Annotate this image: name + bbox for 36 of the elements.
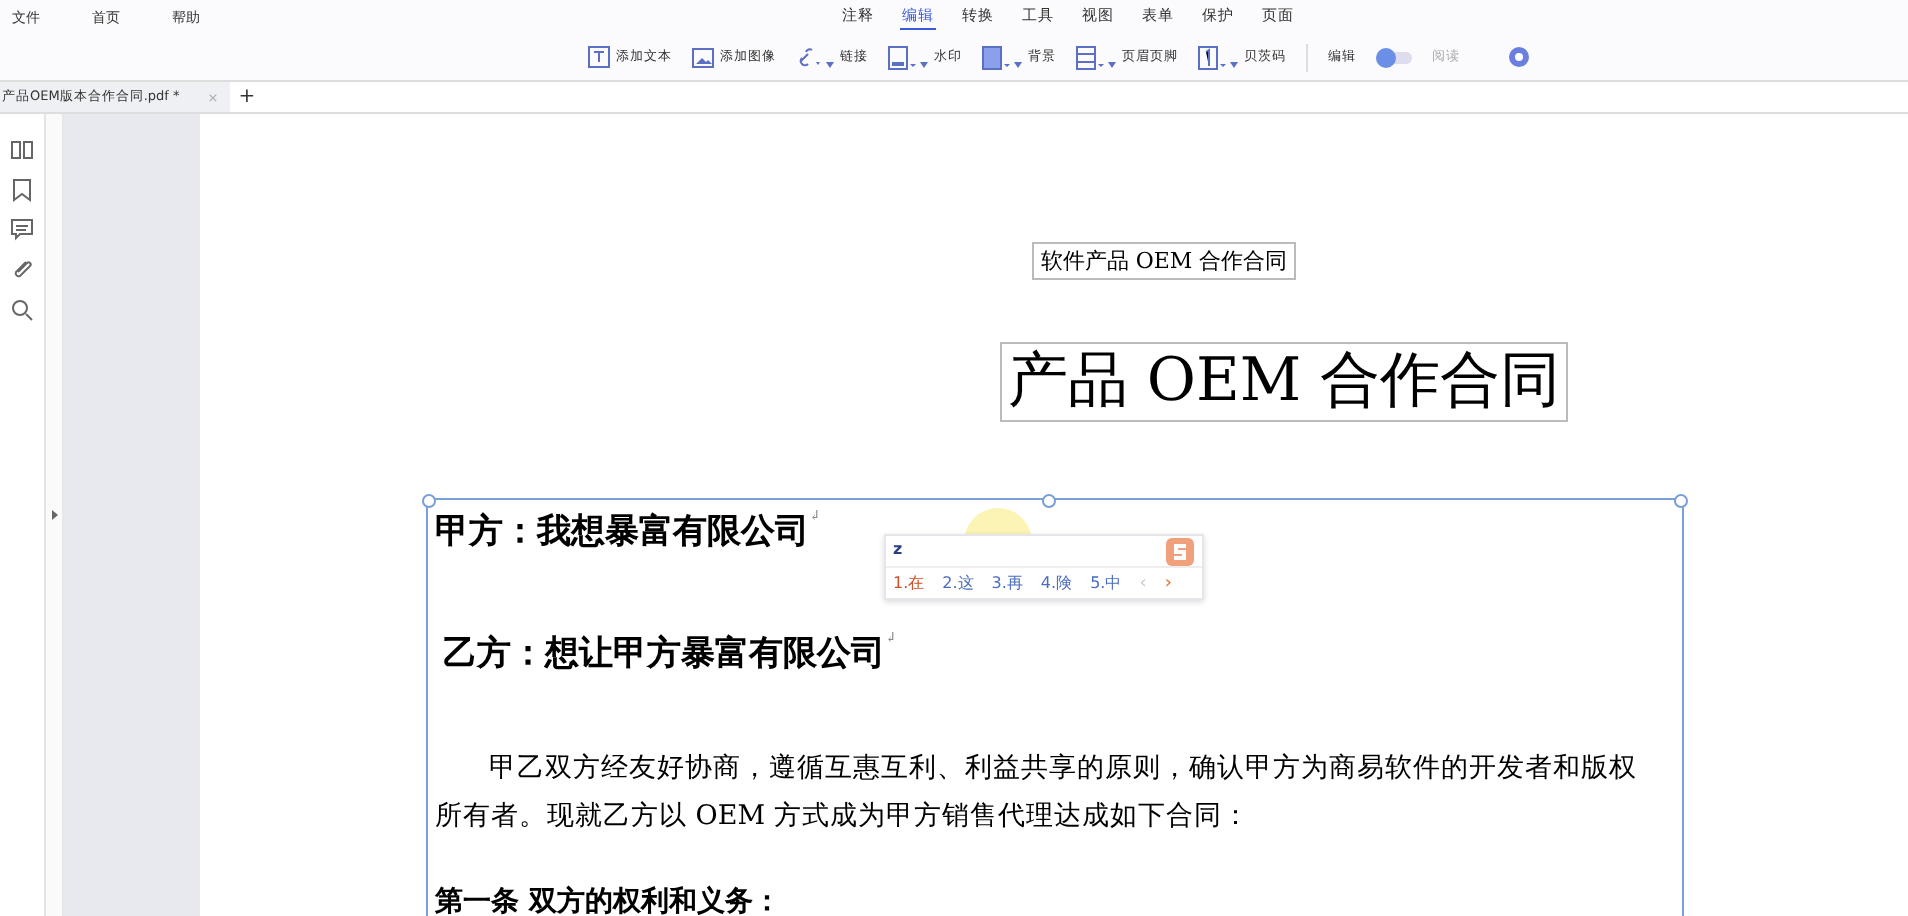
- ime-candidate[interactable]: 1.在: [893, 572, 925, 594]
- link-icon: [796, 46, 824, 68]
- expand-arrow-icon[interactable]: [51, 510, 57, 520]
- resize-handle[interactable]: [421, 494, 435, 508]
- party-a-text: 甲方：我想暴富有限公司: [435, 510, 809, 554]
- resize-handle[interactable]: [1673, 494, 1687, 508]
- resize-handle[interactable]: [1041, 494, 1055, 508]
- header-footer-icon: [1076, 45, 1106, 69]
- page-number-icon: [1198, 45, 1228, 69]
- mode-toggle[interactable]: [1376, 51, 1412, 63]
- caret-icon: [920, 62, 928, 68]
- settings-icon[interactable]: [1508, 46, 1530, 68]
- contract-paragraph: 甲乙双方经友好协商，遵循互惠互利、利益共享的原则，确认甲方为商易软件的开发者和版权所有者。现就乙方以 OEM 方式成为甲方销售代理达成如下合同：: [435, 750, 1639, 836]
- caret-icon: [1108, 62, 1116, 68]
- party-b-text: 乙方：想让甲方暴富有限公司: [443, 632, 885, 676]
- comment-icon[interactable]: [10, 218, 34, 242]
- caret-icon: [1230, 62, 1238, 68]
- ime-candidate[interactable]: 3.再: [991, 572, 1023, 594]
- search-icon[interactable]: [10, 298, 34, 322]
- caret-icon: [826, 62, 834, 68]
- document-title: 产品 OEM 合作合同: [999, 342, 1569, 422]
- add-tab-button[interactable]: +: [238, 86, 256, 108]
- bookmark-icon[interactable]: [10, 178, 34, 202]
- ime-candidate[interactable]: 4.険: [1040, 572, 1073, 594]
- attachment-icon[interactable]: [10, 258, 34, 282]
- image-icon: [692, 47, 714, 67]
- caret-icon: [1014, 62, 1022, 68]
- article-heading: 第一条 双方的权利和义务：: [435, 884, 783, 916]
- text-box-icon: [588, 46, 610, 68]
- background-icon: [982, 45, 1012, 69]
- thumbnails-icon[interactable]: [10, 138, 34, 162]
- page-header: 软件产品 OEM 合作合同: [1032, 242, 1296, 280]
- document-icon: [888, 45, 918, 69]
- ime-candidate[interactable]: 2.这: [942, 572, 974, 594]
- ime-logo-icon: [1165, 538, 1193, 566]
- ime-candidate[interactable]: 5.中: [1090, 572, 1122, 594]
